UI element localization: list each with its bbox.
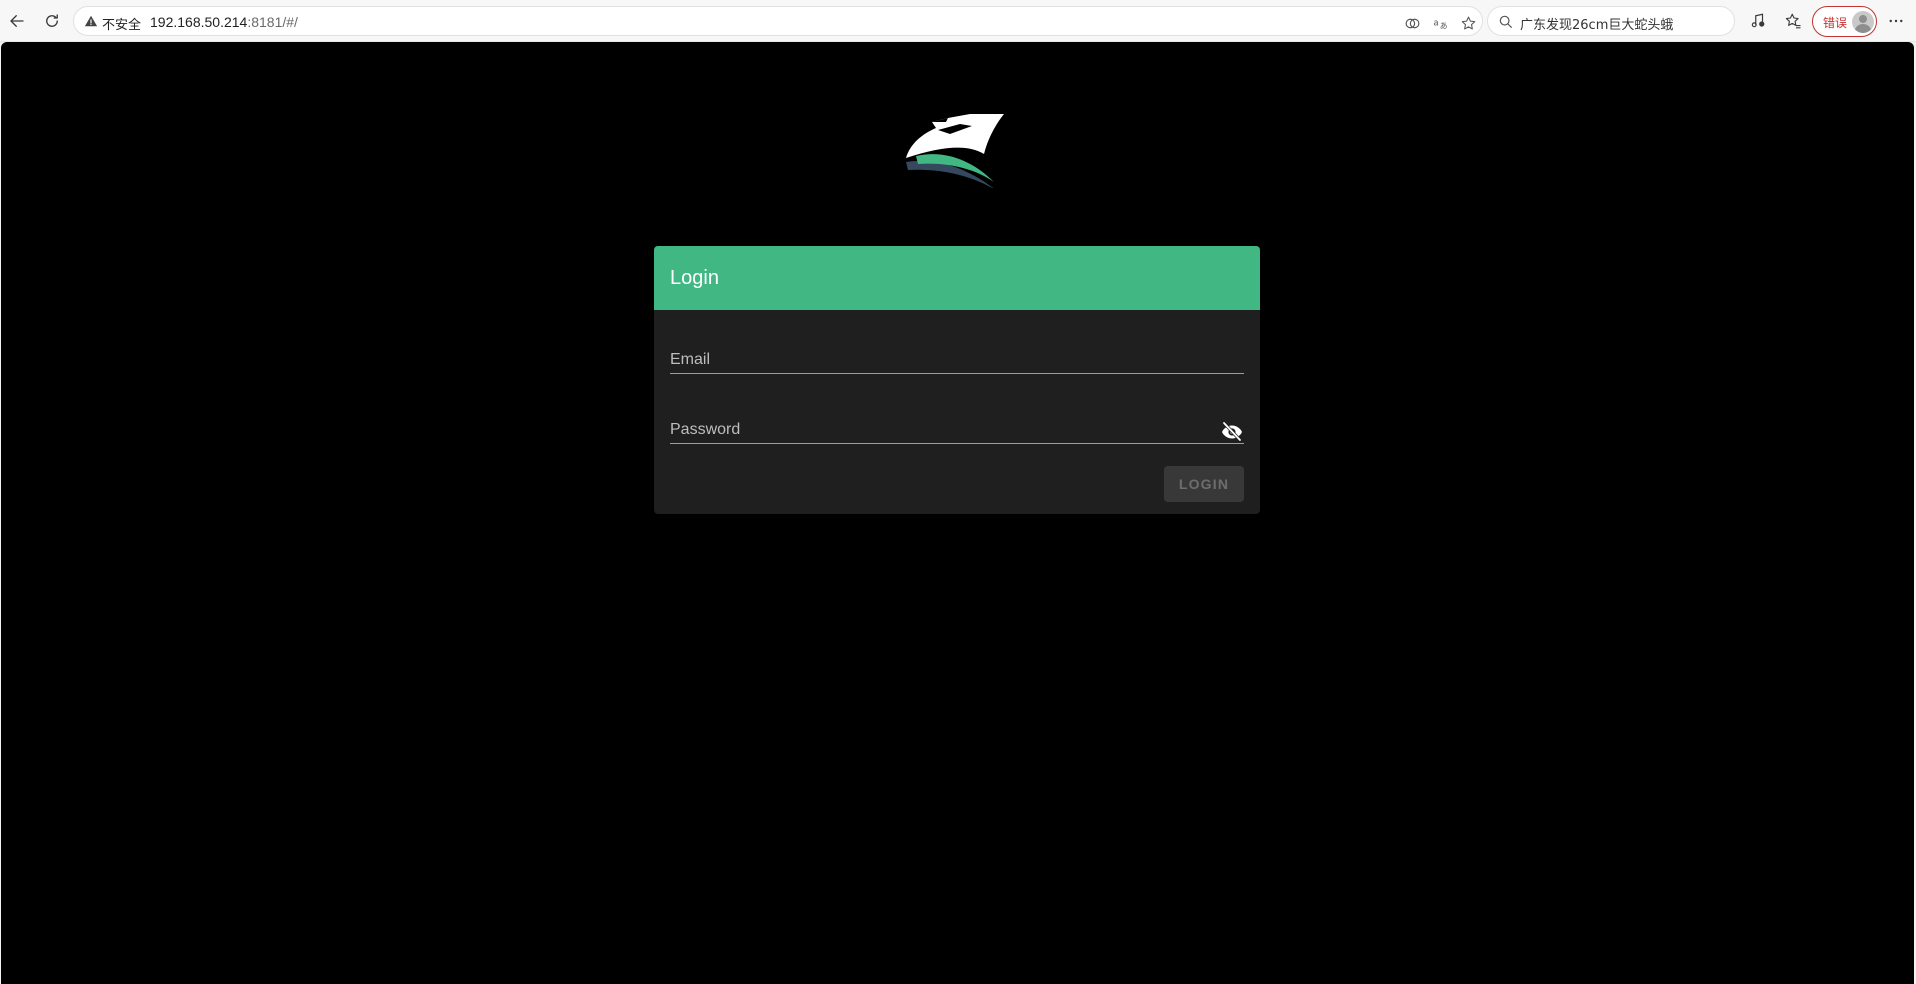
refresh-icon[interactable] bbox=[40, 9, 64, 33]
login-title: Login bbox=[670, 267, 719, 289]
search-box[interactable]: 广东发现26cm巨大蛇头蛾 bbox=[1487, 6, 1735, 36]
visibility-off-icon[interactable] bbox=[1220, 419, 1244, 443]
svg-text:a: a bbox=[1433, 18, 1438, 28]
more-menu-icon[interactable] bbox=[1884, 9, 1908, 33]
avatar bbox=[1852, 11, 1874, 33]
security-label[interactable]: 不安全 bbox=[102, 14, 141, 33]
password-input[interactable] bbox=[670, 410, 1244, 443]
translate-icon[interactable]: aあ bbox=[1430, 13, 1450, 33]
search-text[interactable]: 广东发现26cm巨大蛇头蛾 bbox=[1520, 14, 1673, 33]
password-field[interactable]: Password bbox=[670, 410, 1244, 444]
favorite-star-icon[interactable] bbox=[1458, 13, 1478, 33]
address-bar[interactable]: 不安全 192.168.50.214:8181/#/ aあ bbox=[73, 6, 1483, 36]
media-control-icon[interactable] bbox=[1746, 9, 1770, 33]
profile-status-label: 错误 bbox=[1823, 16, 1848, 30]
login-button[interactable]: LOGIN bbox=[1164, 466, 1244, 502]
url-text[interactable]: 192.168.50.214:8181/#/ bbox=[150, 14, 298, 30]
email-field[interactable]: Email bbox=[670, 340, 1244, 374]
browser-toolbar: 不安全 192.168.50.214:8181/#/ aあ 广东发现26cm巨大… bbox=[0, 0, 1916, 42]
favorites-icon[interactable] bbox=[1781, 9, 1805, 33]
login-card-header: Login bbox=[654, 246, 1260, 310]
profile-error-button[interactable]: 错误 bbox=[1812, 6, 1877, 37]
warning-triangle-icon[interactable] bbox=[84, 14, 98, 28]
yacht-logo-icon bbox=[906, 114, 1004, 188]
login-card: Login Email Password LOGIN bbox=[654, 246, 1260, 514]
copilot-icon[interactable] bbox=[1402, 13, 1422, 33]
url-host: 192.168.50.214 bbox=[150, 14, 248, 30]
search-icon bbox=[1498, 14, 1514, 30]
url-path: :8181/#/ bbox=[247, 14, 298, 30]
email-input[interactable] bbox=[670, 340, 1244, 373]
svg-text:あ: あ bbox=[1439, 21, 1447, 30]
back-arrow-icon[interactable] bbox=[5, 9, 29, 33]
